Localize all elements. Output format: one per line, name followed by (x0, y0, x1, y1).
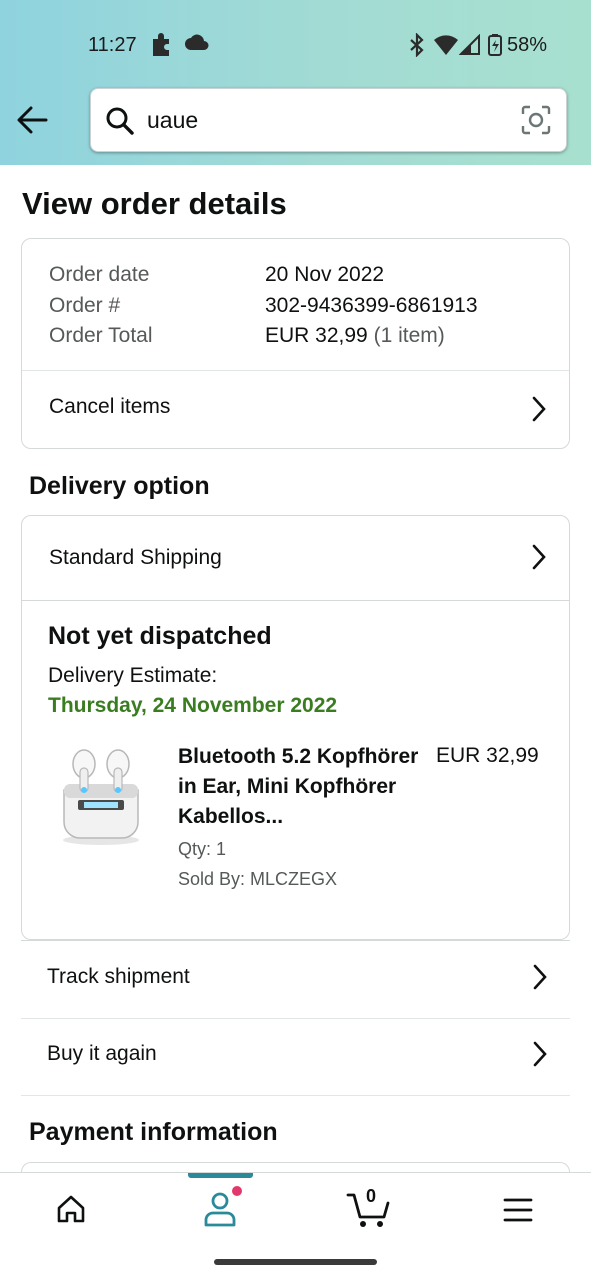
battery-icon (487, 33, 503, 62)
nav-home[interactable] (11, 1173, 131, 1247)
chevron-right-icon (531, 1040, 549, 1073)
shipping-method-label: Standard Shipping (49, 546, 222, 569)
chevron-right-icon (530, 543, 548, 576)
delivery-estimate-date: Thursday, 24 November 2022 (48, 694, 338, 717)
nav-cart[interactable] (308, 1173, 428, 1247)
bluetooth-icon (407, 32, 427, 62)
cart-count-badge: 0 (366, 1186, 377, 1206)
page-title: View order details (22, 186, 287, 221)
track-shipment-label: Track shipment (47, 965, 190, 988)
payment-information-heading: Payment information (29, 1118, 278, 1146)
search-input[interactable] (147, 103, 507, 137)
back-button[interactable] (14, 103, 52, 137)
status-time: 11:27 (88, 34, 137, 56)
order-date-label: Order date (49, 263, 150, 286)
track-shipment-row[interactable]: Track shipment (21, 941, 570, 1018)
cancel-items-label: Cancel items (49, 395, 171, 418)
buy-again-row[interactable]: Buy it again (21, 1019, 570, 1095)
wifi-icon (433, 34, 459, 61)
nav-account[interactable] (160, 1173, 280, 1247)
product-seller: Sold By: MLCZEGX (178, 869, 338, 889)
order-total-amount: EUR 32,99 (265, 324, 368, 347)
search-bar[interactable] (90, 88, 567, 152)
divider (21, 1095, 570, 1096)
product-title[interactable]: Bluetooth 5.2 Kopfhörer in Ear, Mini Kop… (178, 742, 428, 832)
status-bar: 11:27 58% (0, 0, 591, 90)
delivery-estimate-label: Delivery Estimate: (48, 664, 218, 687)
app-header: 11:27 58% (0, 0, 591, 165)
puzzle-icon (150, 30, 176, 63)
divider (22, 600, 569, 601)
product-price: EUR 32,99 (436, 744, 539, 767)
search-icon (105, 106, 135, 141)
notification-dot (232, 1186, 242, 1196)
chevron-right-icon (531, 963, 549, 996)
signal-icon (458, 33, 481, 61)
buy-again-label: Buy it again (47, 1042, 157, 1065)
gesture-home-bar[interactable] (214, 1259, 377, 1265)
chevron-right-icon (530, 395, 548, 428)
menu-icon (503, 1197, 533, 1228)
account-icon (203, 1191, 237, 1232)
order-total-label: Order Total (49, 324, 153, 347)
order-total-value: EUR 32,99 (1 item) (265, 324, 445, 348)
cloud-icon (184, 34, 210, 57)
cancel-items-row[interactable]: Cancel items (22, 371, 569, 448)
order-number-label: Order # (49, 294, 121, 317)
order-summary-card: Order date 20 Nov 2022 Order # 302-94363… (21, 238, 570, 449)
product-image[interactable] (54, 738, 148, 848)
back-arrow-icon (14, 106, 52, 141)
order-item-count: (1 item) (373, 324, 445, 347)
camera-search-icon[interactable] (519, 103, 553, 142)
shipping-method-row[interactable]: Standard Shipping (22, 516, 569, 600)
nav-menu[interactable] (458, 1173, 578, 1247)
order-number-value: 302-9436399-6861913 (265, 294, 478, 317)
bottom-navigation (0, 1172, 591, 1246)
product-quantity: Qty: 1 (178, 839, 227, 859)
battery-percentage: 58% (507, 34, 548, 56)
dispatch-status: Not yet dispatched (48, 622, 272, 650)
order-date-value: 20 Nov 2022 (265, 263, 385, 286)
home-icon (55, 1193, 87, 1230)
delivery-option-heading: Delivery option (29, 472, 210, 500)
